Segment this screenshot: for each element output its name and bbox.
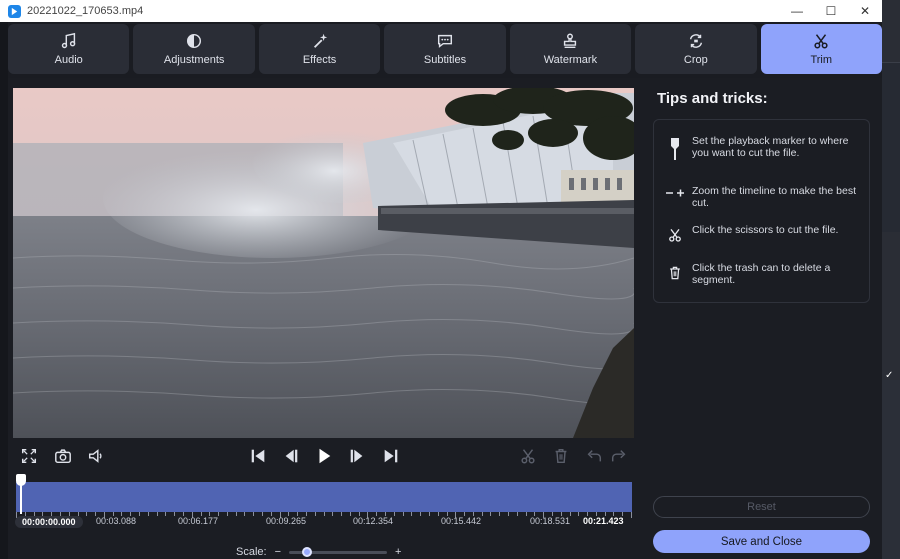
tip-item: Set the playback marker to where you wan… [666,135,862,160]
tab-watermark[interactable]: Watermark [509,24,632,74]
timeline-scale: Scale: − + [236,544,401,559]
scale-label: Scale: [236,546,267,558]
tab-label: Adjustments [163,54,225,66]
play-icon[interactable] [314,446,334,466]
tab-label: Trim [810,54,833,66]
close-button[interactable]: ✕ [848,0,882,22]
zoom-in-button[interactable]: + [395,546,401,558]
minimize-button[interactable]: — [780,0,814,22]
zoom-timeline-icon [666,185,684,209]
title-bar: 20221022_170653.mp4 — ☐ ✕ [0,0,882,22]
tip-item: Click the trash can to delete a segment. [666,262,862,286]
tab-label: Crop [683,54,708,66]
tips-box: Set the playback marker to where you wan… [653,119,870,303]
time-label: 00:15.442 [441,516,482,526]
speaker-icon[interactable] [86,446,106,466]
reset-button[interactable]: Reset [653,496,870,518]
background-window: ✓ [882,0,900,559]
scale-slider-handle[interactable] [302,546,313,557]
undo-icon[interactable] [584,446,604,466]
stamp-icon [564,33,577,49]
playback-marker-icon [666,135,684,160]
tab-subtitles[interactable]: Subtitles [384,24,506,74]
trim-panel: 00:00:00.000 00:03.088 00:06.177 00:09.2… [8,78,882,559]
time-label: 00:06.177 [178,516,219,526]
crop-rotate-icon [689,34,702,48]
tab-crop[interactable]: Crop [635,24,757,74]
tip-item: Click the scissors to cut the file. [666,224,862,243]
save-and-close-button[interactable]: Save and Close [653,530,870,553]
tip-text: Click the scissors to cut the file. [692,224,839,236]
time-label: 00:09.265 [266,516,307,526]
current-time: 00:00:00.000 [15,516,83,528]
time-label: 00:12.354 [353,516,394,526]
fullscreen-icon[interactable] [19,446,39,466]
tips-title: Tips and tricks: [657,90,768,107]
trash-icon[interactable] [551,446,571,466]
prev-frame-icon[interactable] [281,446,301,466]
video-preview[interactable] [13,88,634,438]
cut-scissors-icon[interactable] [518,446,538,466]
skip-start-icon[interactable] [248,446,268,466]
maximize-button[interactable]: ☐ [814,0,848,22]
time-label: 00:18.531 [530,516,571,526]
timeline-track[interactable] [16,482,632,512]
tab-label: Subtitles [423,54,467,66]
timeline-labels: 00:00:00.000 00:03.088 00:06.177 00:09.2… [8,516,638,530]
magic-wand-icon [313,33,327,48]
time-label: 00:03.088 [96,516,137,526]
contrast-icon [187,33,202,49]
tip-item: Zoom the timeline to make the best cut. [666,185,862,209]
app-icon [8,4,21,18]
next-frame-icon[interactable] [347,446,367,466]
scissors-icon [666,224,684,243]
tip-text: Click the trash can to delete a segment. [692,262,831,286]
tip-text: Zoom the timeline to make the best cut. [692,185,856,209]
player-controls [13,444,634,468]
window-title: 20221022_170653.mp4 [27,5,144,17]
trash-icon [666,262,684,286]
end-time: 00:21.423 [583,516,624,526]
tab-label: Effects [302,54,337,66]
tab-label: Audio [54,54,83,66]
tab-audio[interactable]: Audio [8,24,130,74]
zoom-out-button[interactable]: − [275,546,281,558]
background-window-edge [0,22,8,559]
redo-icon[interactable] [609,446,629,466]
tab-effects[interactable]: Effects [258,24,381,74]
scissors-icon [814,34,828,49]
tab-adjustments[interactable]: Adjustments [133,24,255,74]
scale-slider[interactable] [289,546,388,557]
editor-tabs: Audio Adjustments Effects Subtitles Wate… [8,24,882,74]
music-note-icon [61,32,76,49]
tip-text: Set the playback marker to where you wan… [692,135,849,159]
tab-label: Watermark [543,54,598,66]
camera-icon[interactable] [53,446,73,466]
tab-trim[interactable]: Trim [760,24,882,74]
skip-end-icon[interactable] [381,446,401,466]
speech-bubble-icon [437,34,452,48]
playhead-handle[interactable] [16,474,26,486]
